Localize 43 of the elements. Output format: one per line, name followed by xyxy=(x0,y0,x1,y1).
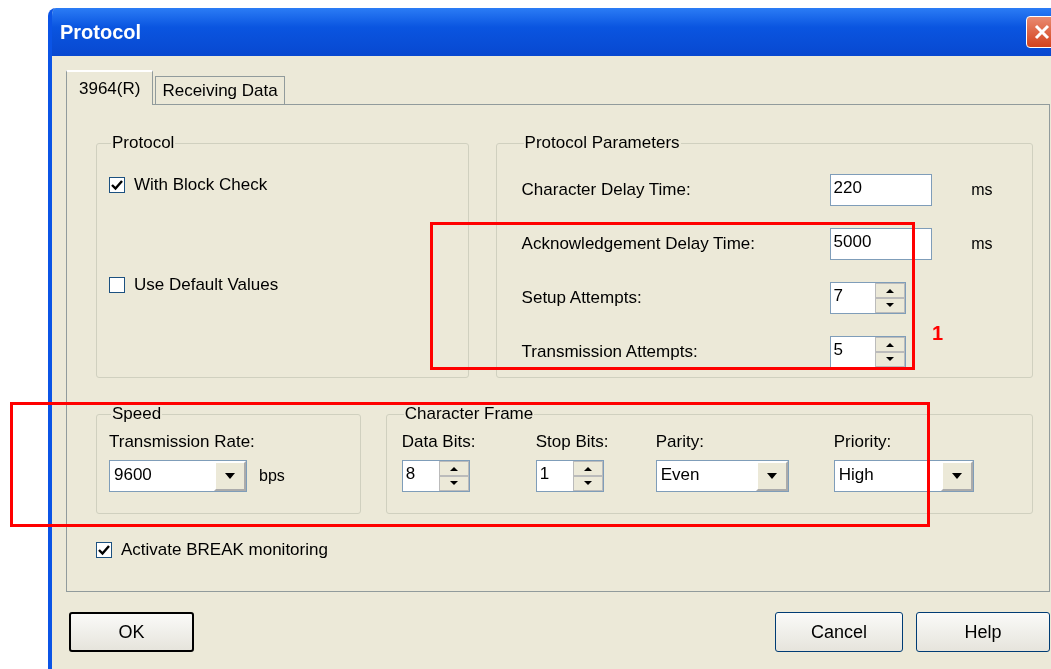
spin-box[interactable]: 1 xyxy=(535,460,604,492)
close-button[interactable] xyxy=(1026,16,1051,48)
checkbox[interactable] xyxy=(109,277,125,293)
window-title: Protocol xyxy=(60,20,142,44)
dialog-button[interactable]: OK xyxy=(69,612,194,652)
field-label: Setup Attempts: xyxy=(521,288,642,308)
field-label: Character Delay Time: xyxy=(521,180,691,200)
close-icon xyxy=(1033,23,1051,41)
field-label: Transmission Attempts: xyxy=(521,342,698,362)
input-field[interactable]: 5000 xyxy=(829,228,932,260)
spin-box[interactable]: 5 xyxy=(829,336,906,368)
dropdown[interactable]: 9600 xyxy=(109,460,247,492)
caret-icon xyxy=(766,473,777,479)
checkbox-label: Activate BREAK monitoring xyxy=(121,540,328,560)
checkbox[interactable] xyxy=(96,542,112,558)
unit-label: ms xyxy=(971,235,993,253)
tab[interactable]: 3964(R) xyxy=(66,70,154,105)
field-label: Stop Bits: xyxy=(535,432,610,453)
unit-label: bps xyxy=(259,467,285,485)
dialog-button[interactable]: Cancel xyxy=(775,612,903,652)
group-title: Protocol xyxy=(111,133,176,153)
group-title: Protocol Parameters xyxy=(523,133,681,153)
unit-label: ms xyxy=(971,181,993,199)
dropdown[interactable]: High xyxy=(833,460,974,492)
caret-icon xyxy=(225,473,235,479)
field-label: Parity: xyxy=(655,432,705,453)
spin-box[interactable]: 7 xyxy=(829,282,906,314)
group-title: Character Frame xyxy=(403,404,535,424)
field-label: Transmission Rate: xyxy=(109,432,256,453)
field-label: Priority: xyxy=(833,432,893,453)
input-field[interactable]: 220 xyxy=(829,174,932,206)
spin-box[interactable]: 8 xyxy=(401,460,470,492)
field-label: Data Bits: xyxy=(401,432,477,453)
field-label: Acknowledgement Delay Time: xyxy=(521,234,755,254)
callout-number: 1 xyxy=(932,322,944,345)
tab[interactable]: Receiving Data xyxy=(155,76,285,104)
checkbox-label: Use Default Values xyxy=(134,275,279,295)
group-title: Speed xyxy=(111,404,163,424)
checkbox-label: With Block Check xyxy=(134,175,268,195)
checkbox[interactable] xyxy=(109,177,125,193)
caret-icon xyxy=(951,473,962,479)
dialog-button[interactable]: Help xyxy=(916,612,1050,652)
dropdown[interactable]: Even xyxy=(655,460,789,492)
